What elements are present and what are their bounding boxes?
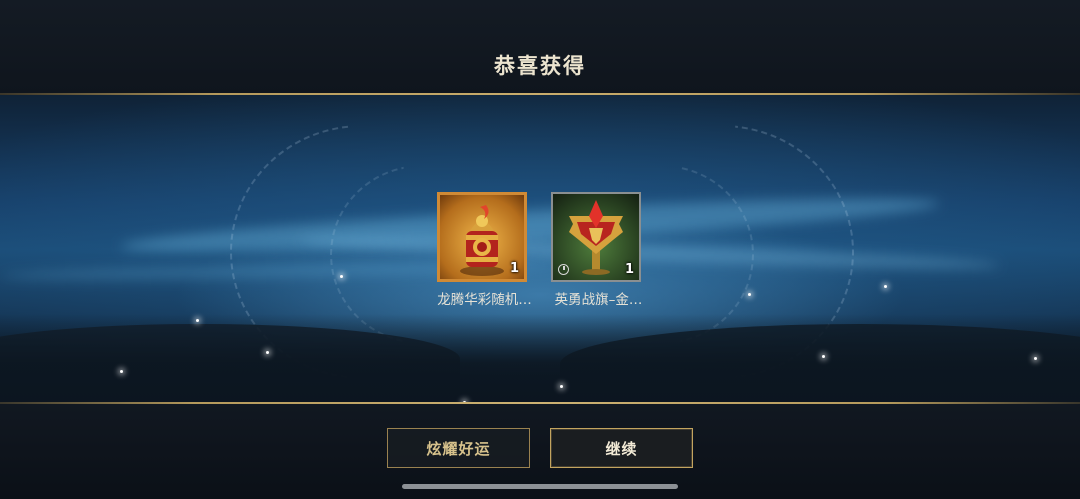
continue-button[interactable]: 继续 [550,428,693,468]
share-luck-button[interactable]: 炫耀好运 [387,428,530,468]
sparkle [196,319,199,322]
item-count: 1 [509,261,519,276]
item-count: 1 [624,262,634,277]
sparkle [884,285,887,288]
sparkle [822,355,825,358]
reward-item-frame[interactable]: 1 [437,192,527,282]
sparkle [120,370,123,373]
reward-item-name: 英勇战旗–金… [554,292,643,308]
reward-item-frame[interactable]: 1 [551,192,641,282]
sparkle [340,275,343,278]
page-title: 恭喜获得 [494,54,586,78]
horizon-fade [0,314,1080,404]
home-indicator[interactable] [402,484,678,489]
reward-item[interactable]: 1 龙腾华彩随机… [437,192,533,308]
sparkle [748,293,751,296]
clock-icon [558,264,569,275]
sparkle [266,351,269,354]
reward-item[interactable]: 1 英勇战旗–金… [551,192,647,308]
reward-scene-background [0,95,1080,404]
reward-item-name: 龙腾华彩随机… [437,292,532,308]
sparkle [1034,357,1037,360]
sparkle [560,385,563,388]
